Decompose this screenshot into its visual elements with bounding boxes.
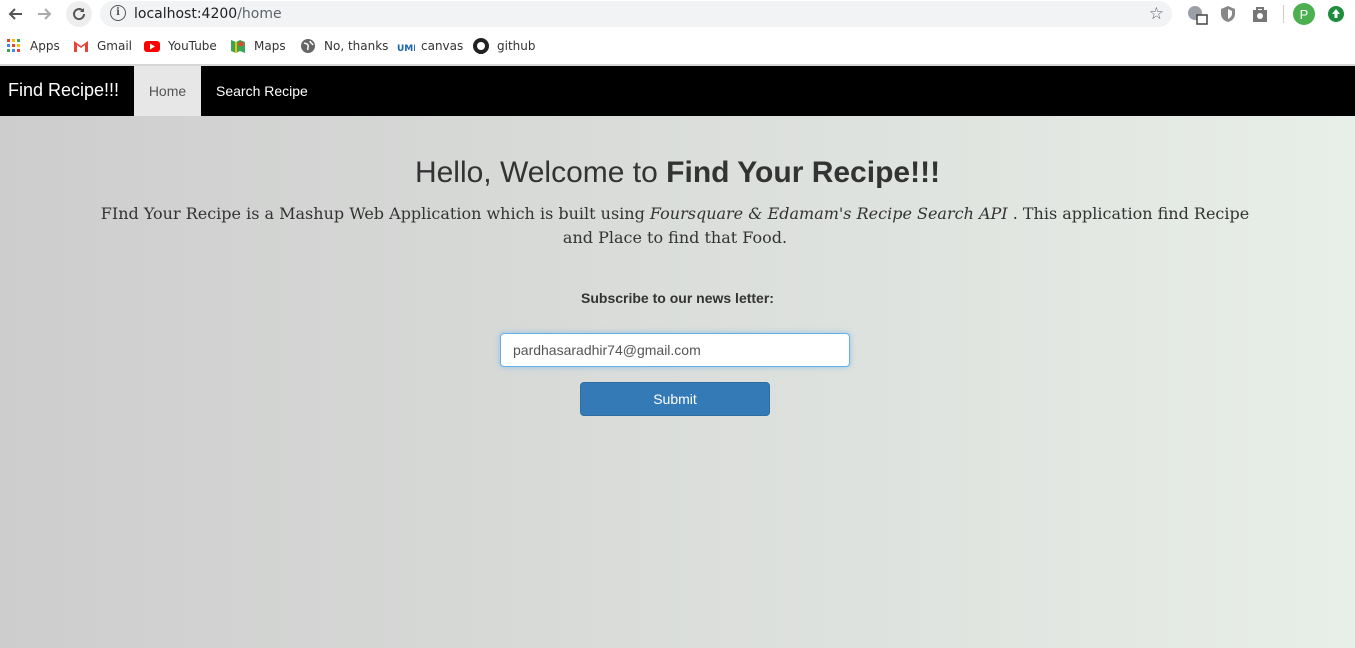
email-input[interactable] [500,333,850,367]
app-navbar: Find Recipe!!! Home Search Recipe [0,66,1355,116]
bookmarks-bar: Apps Gmail YouTube Maps No, thanks UMKC … [0,34,1355,58]
apps-grid-icon [6,38,22,54]
bookmark-no-thanks[interactable]: No, thanks [300,34,388,58]
toolbar-divider [1283,5,1284,23]
url-text: localhost:4200/home [134,6,282,22]
bookmark-label: canvas [421,39,464,53]
shield-extension-icon[interactable] [1219,5,1237,23]
url-host: localhost:4200 [134,6,238,22]
info-icon[interactable]: i [110,5,126,21]
gmail-icon [73,38,89,54]
bookmark-youtube[interactable]: YouTube [144,34,217,58]
reload-icon[interactable] [66,1,92,27]
browser-toolbar: i localhost:4200/home ☆ P [0,0,1355,28]
bookmark-maps[interactable]: Maps [230,34,286,58]
bag-extension-icon[interactable] [1251,5,1269,23]
bookmark-apps[interactable]: Apps [6,34,60,58]
bookmark-canvas[interactable]: UMKC canvas [397,34,463,58]
desc-api-names: Foursquare & Edamam's Recipe Search API [649,204,1008,223]
heading-prefix: Hello, Welcome to [414,156,667,189]
globe-icon [300,38,316,54]
translate-extension-icon[interactable] [1187,5,1208,25]
brand-link[interactable]: Find Recipe!!! [8,80,119,101]
back-arrow-icon[interactable] [3,2,27,26]
address-bar[interactable]: i localhost:4200/home ☆ [100,1,1172,27]
bookmark-label: Apps [30,39,60,53]
bookmark-gmail[interactable]: Gmail [73,34,132,58]
app-description: FInd Your Recipe is a Mashup Web Applica… [100,202,1250,250]
submit-button[interactable]: Submit [580,382,770,416]
nav-tab-home[interactable]: Home [134,66,201,116]
main-content: Hello, Welcome to Find Your Recipe!!! FI… [0,116,1355,648]
bookmark-label: github [497,39,536,53]
bookmark-label: Maps [254,39,286,53]
bookmark-label: No, thanks [324,39,389,53]
maps-icon [230,38,246,54]
welcome-heading: Hello, Welcome to Find Your Recipe!!! [0,156,1355,190]
svg-text:UMKC: UMKC [397,44,415,54]
update-arrow-icon[interactable] [1327,5,1345,23]
bookmark-label: YouTube [168,39,217,53]
url-path: /home [237,6,282,22]
subscribe-label: Subscribe to our news letter: [581,290,774,306]
heading-app-name: Find Your Recipe!!! [666,156,941,189]
desc-text: FInd Your Recipe is a Mashup Web Applica… [100,204,650,223]
umkc-icon: UMKC [397,38,427,54]
profile-avatar[interactable]: P [1293,3,1315,25]
youtube-icon [144,38,160,54]
bookmark-star-icon[interactable]: ☆ [1149,4,1164,24]
profile-initial: P [1299,6,1309,22]
bookmark-github[interactable]: github [473,34,535,58]
forward-arrow-icon[interactable] [33,2,57,26]
nav-tab-search-recipe[interactable]: Search Recipe [216,83,308,99]
bookmark-label: Gmail [97,39,133,53]
github-icon [473,38,489,54]
